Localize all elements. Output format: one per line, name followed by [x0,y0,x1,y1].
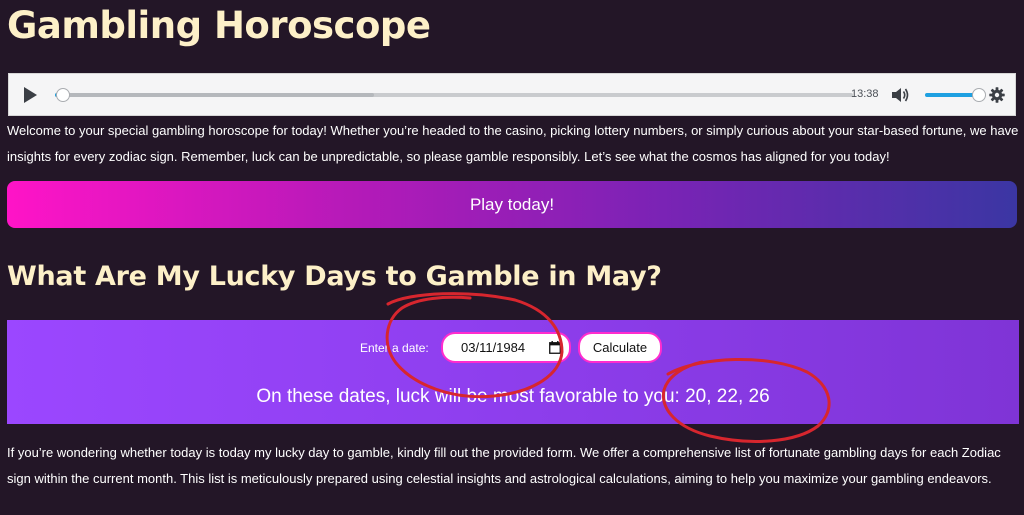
date-input[interactable]: 03/11/1984 [441,332,571,363]
time-display: 13:38 [851,88,879,100]
date-label: Enter a date: [360,341,429,355]
calendar-icon[interactable] [549,341,561,354]
body-paragraph: If you’re wondering whether today is tod… [7,445,1001,486]
page-title: Gambling Horoscope [7,4,431,47]
audio-player: 13:38 [8,73,1016,116]
volume-slider[interactable] [925,93,980,97]
seek-handle[interactable] [55,88,70,102]
date-input-value: 03/11/1984 [461,340,526,355]
calculate-button[interactable]: Calculate [578,332,662,363]
gear-icon[interactable] [989,87,1005,103]
intro-paragraph: Welcome to your special gambling horosco… [7,123,1019,164]
play-today-button[interactable]: Play today! [7,181,1017,228]
volume-handle[interactable] [972,88,987,102]
play-icon[interactable] [22,86,38,104]
lucky-days-heading: What Are My Lucky Days to Gamble in May? [7,261,662,292]
volume-icon[interactable] [891,87,909,103]
seek-buffered [55,93,375,97]
lucky-days-result: On these dates, luck will be most favora… [256,386,770,407]
lucky-days-calculator: Enter a date: 03/11/1984 Calculate On th… [7,320,1019,424]
